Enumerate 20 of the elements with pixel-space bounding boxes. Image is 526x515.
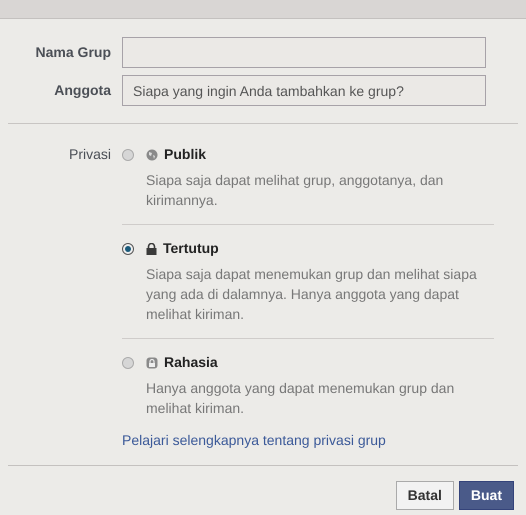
globe-icon <box>146 148 158 160</box>
privacy-label: Privasi <box>68 145 111 164</box>
lock-icon <box>146 356 158 368</box>
input-field[interactable] <box>122 37 486 68</box>
field-label: Nama Grup <box>34 43 111 62</box>
option-title: Rahasia <box>164 353 218 372</box>
field-label: Anggota <box>53 81 111 100</box>
option-title: Tertutup <box>163 239 219 258</box>
input-field[interactable]: Siapa yang ingin Anda tambahkan ke grup? <box>122 75 486 106</box>
create-button[interactable]: Buat <box>458 481 514 510</box>
lock-icon <box>146 242 157 254</box>
option-description: Siapa saja dapat melihat grup, anggotanya, dan kirimannya. <box>146 171 444 210</box>
option-description: Siapa saja dapat menemukan grup dan melihat siapa yang ada di dalamnya. Hanya anggota yang dapat melihat kiriman. <box>146 265 478 324</box>
option-title: Publik <box>164 145 206 164</box>
option-description: Hanya anggota yang dapat menemukan grup dan melihat kiriman. <box>146 379 456 418</box>
radio-button[interactable] <box>122 148 134 160</box>
learn-more-link[interactable]: Pelajari selengkapnya tentang privasi grup <box>122 430 494 451</box>
radio-button[interactable] <box>122 242 134 254</box>
radio-button[interactable] <box>122 356 134 368</box>
cancel-button[interactable]: Batal <box>396 481 454 510</box>
